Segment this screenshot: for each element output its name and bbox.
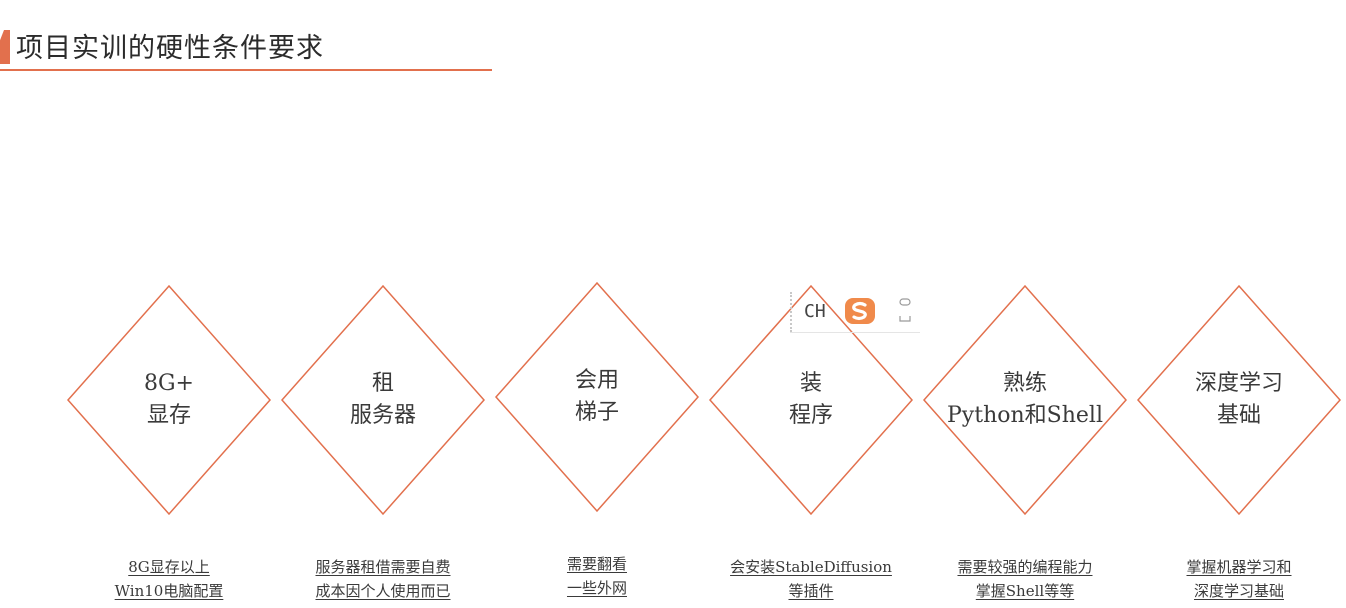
caption-install: 会安装StableDiffusion 等插件 — [701, 555, 921, 603]
diamond-label-line2: 基础 — [1216, 403, 1261, 428]
caption-line2: Win10电脑配置 — [114, 582, 224, 600]
title-underline — [0, 69, 492, 71]
diamond-label-line2: 梯子 — [574, 400, 619, 425]
diamond-label-line1: 熟练 — [1002, 371, 1047, 396]
diamond-label-line2: 显存 — [146, 403, 191, 428]
diamond-label-line1: 深度学习 — [1194, 371, 1283, 396]
slide: 项目实训的硬性条件要求 8G+ 显存 租 服务器 会用 梯子 装 程序 熟练 P… — [0, 0, 1346, 608]
caption-line2: 深度学习基础 — [1193, 582, 1284, 600]
diamond-label-line2: 服务器 — [349, 403, 416, 428]
diamond-label-line2: Python和Shell — [947, 403, 1103, 428]
title-accent-mark — [0, 30, 10, 64]
diamond-label-line2: 程序 — [788, 403, 833, 428]
caption-deep-learning: 掌握机器学习和 深度学习基础 — [1139, 555, 1339, 603]
caption-line2: 一些外网 — [566, 579, 627, 597]
caption-line1: 掌握机器学习和 — [1186, 558, 1292, 576]
diamond-label-line1: 8G+ — [143, 371, 194, 396]
diamond-label-line1: 会用 — [574, 368, 619, 393]
requirement-diamond-python: 熟练 Python和Shell — [922, 284, 1128, 516]
requirement-diamond-vram: 8G+ 显存 — [66, 284, 272, 516]
requirement-diamond-deep-learning: 深度学习 基础 — [1136, 284, 1342, 516]
diamond-label-line1: 装 — [799, 371, 822, 396]
ime-drag-handle[interactable] — [790, 292, 794, 332]
caption-line1: 会安装StableDiffusion — [730, 558, 892, 576]
caption-server: 服务器租借需要自费 成本因个人使用而已 — [283, 555, 483, 603]
requirement-diamond-proxy: 会用 梯子 — [494, 281, 700, 513]
caption-line1: 需要较强的编程能力 — [957, 558, 1093, 576]
caption-line2: 成本因个人使用而已 — [315, 582, 451, 600]
caption-line2: 等插件 — [788, 582, 834, 600]
caption-vram: 8G显存以上 Win10电脑配置 — [69, 555, 269, 603]
requirement-diamond-server: 租 服务器 — [280, 284, 486, 516]
caption-python: 需要较强的编程能力 掌握Shell等等 — [925, 555, 1125, 603]
caption-line1: 需要翻看 — [566, 555, 627, 573]
more-dots-icon[interactable] — [898, 296, 912, 326]
ime-mode-toggle[interactable]: CH — [804, 301, 826, 322]
slide-title: 项目实训的硬性条件要求 — [16, 33, 324, 64]
slide-header: 项目实训的硬性条件要求 — [0, 22, 492, 72]
caption-line1: 8G显存以上 — [128, 558, 210, 576]
ime-toolbar[interactable]: CH — [790, 292, 920, 333]
caption-line1: 服务器租借需要自费 — [315, 558, 451, 576]
diamond-label-line1: 租 — [371, 371, 394, 396]
sogou-s-icon[interactable] — [844, 296, 876, 330]
caption-line2: 掌握Shell等等 — [975, 582, 1075, 600]
caption-proxy: 需要翻看 一些外网 — [497, 552, 697, 600]
